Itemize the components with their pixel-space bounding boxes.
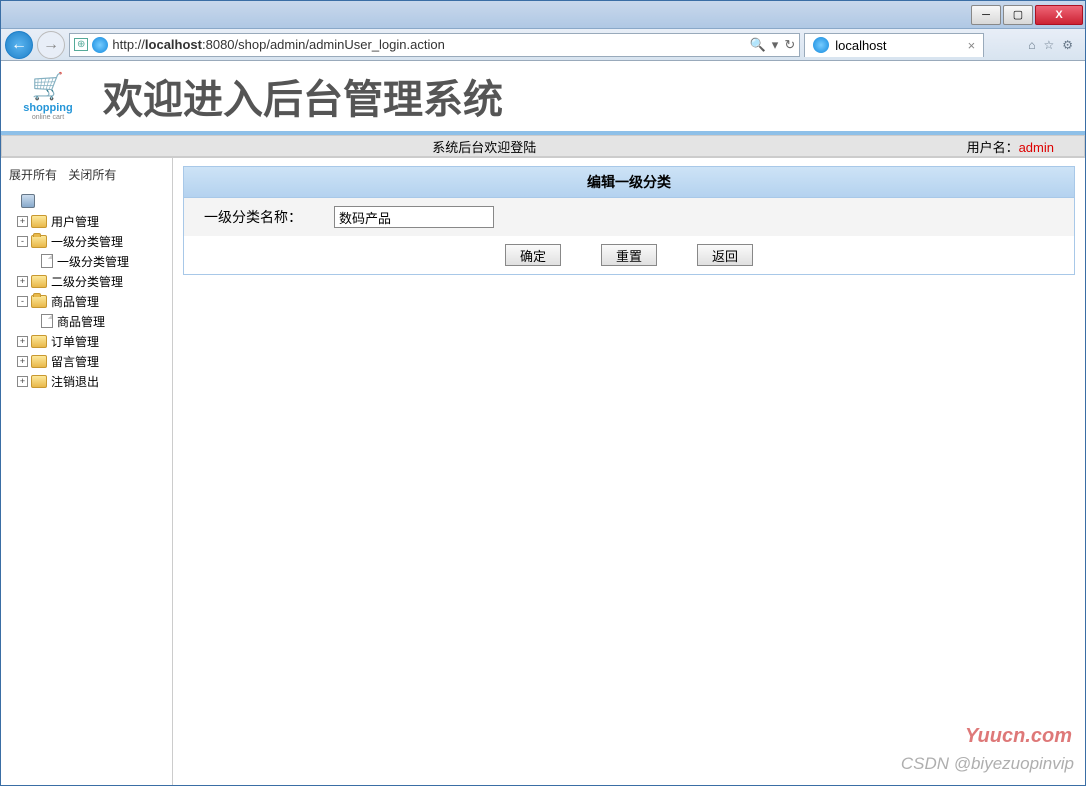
forward-button[interactable]: → [37, 31, 65, 59]
collapse-icon[interactable]: - [17, 236, 28, 247]
sidebar-item-order[interactable]: +订单管理 [3, 331, 170, 351]
collapse-all-link[interactable]: 关闭所有 [68, 168, 116, 182]
expand-icon[interactable]: + [17, 216, 28, 227]
home-icon[interactable]: ⌂ [1028, 38, 1035, 52]
watermark: Yuucn.com [965, 725, 1072, 748]
info-bar: 系统后台欢迎登陆 用户名：admin [1, 135, 1085, 157]
expand-icon[interactable]: + [17, 336, 28, 347]
address-bar: ← → ⊕ http://localhost:8080/shop/admin/a… [1, 29, 1085, 61]
expand-all-link[interactable]: 展开所有 [9, 168, 57, 182]
browser-window: ─ ▢ X ← → ⊕ http://localhost:8080/shop/a… [0, 0, 1086, 786]
button-row: 确定 重置 返回 [184, 236, 1074, 274]
tab-close-icon[interactable]: × [968, 38, 976, 53]
folder-icon [31, 275, 47, 288]
ie-icon [813, 37, 829, 53]
welcome-text: 系统后台欢迎登陆 [2, 137, 967, 156]
category-name-input[interactable] [334, 206, 494, 228]
separator: ▾ [772, 37, 779, 53]
minimize-button[interactable]: ─ [971, 5, 1001, 25]
maximize-button[interactable]: ▢ [1003, 5, 1033, 25]
folder-open-icon [31, 235, 47, 248]
window-titlebar: ─ ▢ X [1, 1, 1085, 29]
expand-icon[interactable]: + [17, 376, 28, 387]
field-label: 一级分类名称： [204, 207, 334, 227]
sidebar: 展开所有 关闭所有 +用户管理 -一级分类管理 一级分类管理 +二级分类管理 -… [1, 158, 173, 785]
form-row: 一级分类名称： [184, 198, 1074, 236]
main-panel: 编辑一级分类 一级分类名称： 确定 重置 返回 [173, 158, 1085, 785]
browser-tab[interactable]: localhost × [804, 33, 984, 57]
folder-icon [31, 355, 47, 368]
folder-icon [31, 335, 47, 348]
user-info: 用户名：admin [967, 137, 1084, 156]
tab-title: localhost [835, 38, 886, 53]
drive-icon [21, 194, 35, 208]
page-content: 🛒 shopping online cart 欢迎进入后台管理系统 系统后台欢迎… [1, 61, 1085, 785]
ok-button[interactable]: 确定 [505, 244, 561, 266]
reset-button[interactable]: 重置 [601, 244, 657, 266]
sidebar-item-user[interactable]: +用户管理 [3, 211, 170, 231]
compat-icon: ⊕ [74, 38, 88, 51]
edit-panel: 编辑一级分类 一级分类名称： 确定 重置 返回 [183, 166, 1075, 275]
back-button[interactable]: ← [5, 31, 33, 59]
workspace: 展开所有 关闭所有 +用户管理 -一级分类管理 一级分类管理 +二级分类管理 -… [1, 157, 1085, 785]
sidebar-item-cat1-sub[interactable]: 一级分类管理 [3, 251, 170, 271]
sidebar-item-logout[interactable]: +注销退出 [3, 371, 170, 391]
expand-icon[interactable]: + [17, 276, 28, 287]
sidebar-item-cat2[interactable]: +二级分类管理 [3, 271, 170, 291]
back-button[interactable]: 返回 [697, 244, 753, 266]
panel-title: 编辑一级分类 [184, 167, 1074, 198]
toolbar-icons: ⌂ ☆ ⚙ [1020, 38, 1081, 52]
refresh-icon[interactable]: ↻ [784, 37, 795, 53]
sidebar-item-product[interactable]: -商品管理 [3, 291, 170, 311]
favorites-icon[interactable]: ☆ [1043, 38, 1054, 52]
nav-tree: +用户管理 -一级分类管理 一级分类管理 +二级分类管理 -商品管理 商品管理 … [3, 191, 170, 391]
page-title: 欢迎进入后台管理系统 [103, 67, 503, 125]
settings-icon[interactable]: ⚙ [1062, 38, 1073, 52]
close-button[interactable]: X [1035, 5, 1083, 25]
watermark: CSDN @biyezuopinvip [901, 754, 1074, 774]
folder-open-icon [31, 295, 47, 308]
tree-root[interactable] [3, 191, 170, 211]
search-icon[interactable]: 🔍 [750, 37, 766, 53]
username: admin [1019, 140, 1054, 155]
page-header: 🛒 shopping online cart 欢迎进入后台管理系统 [1, 61, 1085, 135]
url-field[interactable]: ⊕ http://localhost:8080/shop/admin/admin… [69, 33, 800, 57]
cart-icon: 🛒 [13, 71, 83, 102]
expand-icon[interactable]: + [17, 356, 28, 367]
file-icon [41, 314, 53, 328]
url-text: http://localhost:8080/shop/admin/adminUs… [112, 37, 745, 52]
sidebar-item-cat1[interactable]: -一级分类管理 [3, 231, 170, 251]
sidebar-item-message[interactable]: +留言管理 [3, 351, 170, 371]
sidebar-item-product-sub[interactable]: 商品管理 [3, 311, 170, 331]
file-icon [41, 254, 53, 268]
collapse-icon[interactable]: - [17, 296, 28, 307]
folder-icon [31, 215, 47, 228]
ie-icon [92, 37, 108, 53]
folder-icon [31, 375, 47, 388]
logo: 🛒 shopping online cart [13, 71, 83, 121]
